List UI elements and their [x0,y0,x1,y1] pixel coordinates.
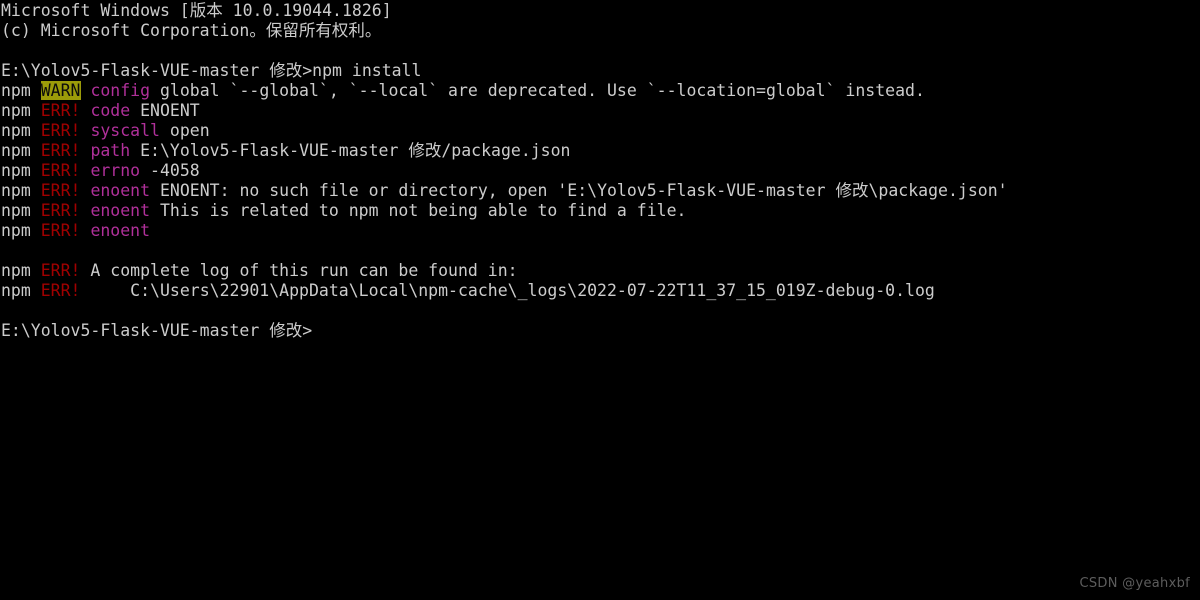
line-npm-err-enoent-3: npm ERR! enoent [1,221,1200,241]
text-segment-default: npm [1,261,41,280]
text-segment-default: E:\Yolov5-Flask-VUE-master [1,61,270,80]
text-segment-default: npm [1,201,41,220]
csdn-watermark: CSDN @yeahxbf [1079,576,1190,591]
text-segment-default: \package.json' [868,181,1008,200]
text-segment-warn: WARN [40,81,81,100]
text-segment-default: (c) Microsoft Corporation [1,21,250,40]
text-segment-magenta: path [90,141,131,160]
text-segment-default: 修改 [269,321,303,340]
text-segment-default: npm [1,101,41,120]
line-prompt-command: E:\Yolov5-Flask-VUE-master 修改>npm instal… [1,61,1200,81]
terminal-console[interactable]: Microsoft Windows [版本 10.0.19044.1826] (c… [0,0,1200,600]
text-segment-default: npm [1,81,41,100]
line-npm-err-path: npm ERR! path E:\Yolov5-Flask-VUE-master… [1,141,1200,161]
line-blank-1 [1,41,1200,61]
text-segment-default: This is related to npm not being able to… [150,201,687,220]
text-segment-default [81,141,91,160]
line-blank-2 [1,241,1200,261]
text-segment-default: npm [1,141,41,160]
text-segment-magenta: code [90,101,131,120]
text-segment-default: 10.0.19044.1826] [222,1,392,20]
text-segment-err: ERR! [40,141,81,160]
text-segment-err: ERR! [40,121,81,140]
text-segment-default [81,121,91,140]
line-npm-err-enoent-2: npm ERR! enoent This is related to npm n… [1,201,1200,221]
line-copyright: (c) Microsoft Corporation。保留所有权利。 [1,21,1200,41]
text-segment-err: ERR! [40,261,81,280]
line-npm-err-log-path: npm ERR! C:\Users\22901\AppData\Local\np… [1,281,1200,301]
text-segment-default: ENOENT [130,101,200,120]
text-segment-err: ERR! [40,161,81,180]
text-segment-default: 修改 [835,181,869,200]
text-segment-default: E:\Yolov5-Flask-VUE-master [1,321,270,340]
text-segment-err: ERR! [40,201,81,220]
text-segment-default: C:\Users\22901\AppData\Local\npm-cache\_… [80,281,935,300]
line-npm-err-errno: npm ERR! errno -4058 [1,161,1200,181]
line-npm-err-syscall: npm ERR! syscall open [1,121,1200,141]
text-segment-default: open [159,121,210,140]
line-npm-err-code: npm ERR! code ENOENT [1,101,1200,121]
terminal-output: Microsoft Windows [版本 10.0.19044.1826] (c… [1,1,1200,341]
line-npm-warn-config: npm WARN config global `--global`, `--lo… [1,81,1200,101]
text-segment-default: Microsoft Windows [ [1,1,190,20]
text-segment-magenta: enoent [90,181,151,200]
text-segment-default [81,221,91,240]
text-segment-default [81,101,91,120]
text-segment-magenta: errno [90,161,141,180]
text-segment-default: npm [1,121,41,140]
text-segment-default: global `--global`, `--local` are depreca… [150,81,925,100]
text-segment-default: npm [1,221,41,240]
text-segment-default: 修改 [408,141,442,160]
text-segment-err: ERR! [40,221,81,240]
text-segment-default [81,181,91,200]
text-segment-default: > [302,321,313,340]
text-segment-magenta: config [90,81,151,100]
text-segment-default: 修改 [269,61,303,80]
text-segment-default [81,161,91,180]
text-segment-default: ENOENT: no such file or directory, open … [150,181,836,200]
text-segment-default: npm [1,181,41,200]
text-segment-magenta: enoent [90,221,151,240]
text-segment-default: npm [1,161,41,180]
line-final-prompt: E:\Yolov5-Flask-VUE-master 修改> [1,321,1200,341]
text-segment-default [81,81,91,100]
text-segment-err: ERR! [40,181,81,200]
text-segment-default: A complete log of this run can be found … [80,261,518,280]
text-segment-default: 版本 [189,1,223,20]
line-version-banner: Microsoft Windows [版本 10.0.19044.1826] [1,1,1200,21]
text-segment-default: -4058 [140,161,200,180]
line-blank-3 [1,301,1200,321]
line-npm-err-log-intro: npm ERR! A complete log of this run can … [1,261,1200,281]
text-segment-default: npm [1,281,41,300]
text-segment-default: /package.json [441,141,571,160]
text-segment-err: ERR! [40,281,81,300]
text-segment-default [81,201,91,220]
text-segment-default: E:\Yolov5-Flask-VUE-master [130,141,409,160]
text-segment-magenta: syscall [90,121,160,140]
text-segment-default: >npm install [302,61,422,80]
line-npm-err-enoent-1: npm ERR! enoent ENOENT: no such file or … [1,181,1200,201]
text-segment-default: 。保留所有权利。 [249,21,382,40]
text-segment-err: ERR! [40,101,81,120]
text-segment-magenta: enoent [90,201,151,220]
